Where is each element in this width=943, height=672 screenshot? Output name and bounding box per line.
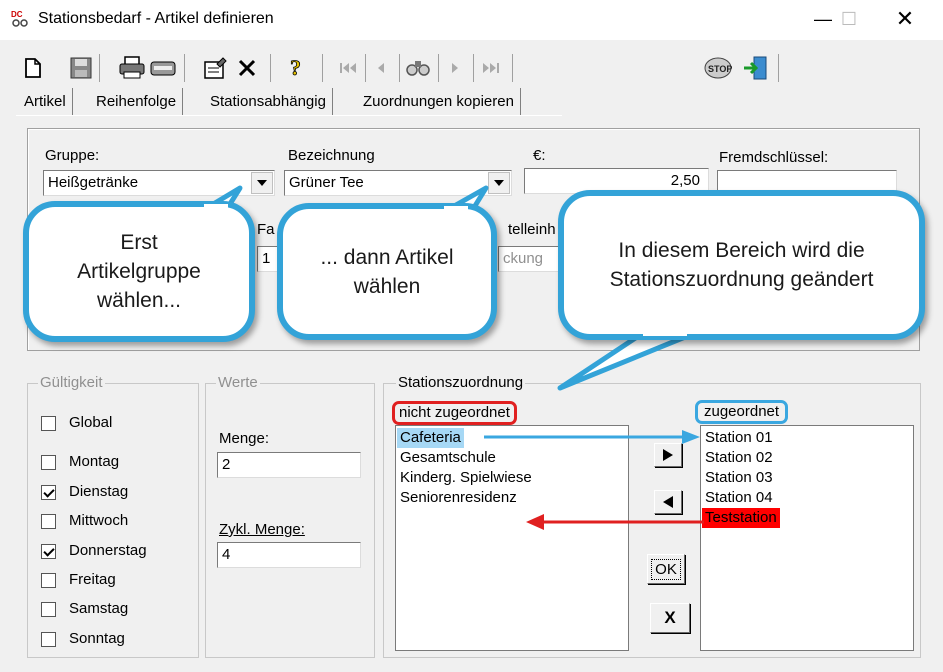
callout-select-article-text: ... dann Artikel wählen — [320, 245, 454, 298]
callout-tail-3 — [557, 332, 693, 391]
callout-select-article: ... dann Artikel wählen — [277, 203, 497, 340]
callout-station-area: In diesem Bereich wird die Stationszuord… — [558, 190, 925, 340]
callout-tail-join-2 — [444, 206, 468, 218]
callout-tail-join-3 — [643, 324, 687, 336]
callout-station-area-text: In diesem Bereich wird die Stationszuord… — [609, 239, 874, 291]
callout-select-group-text: Erst Artikelgruppe wählen... — [77, 231, 201, 312]
callout-select-group: Erst Artikelgruppe wählen... — [23, 201, 255, 342]
callout-tail-join-1 — [204, 204, 228, 216]
